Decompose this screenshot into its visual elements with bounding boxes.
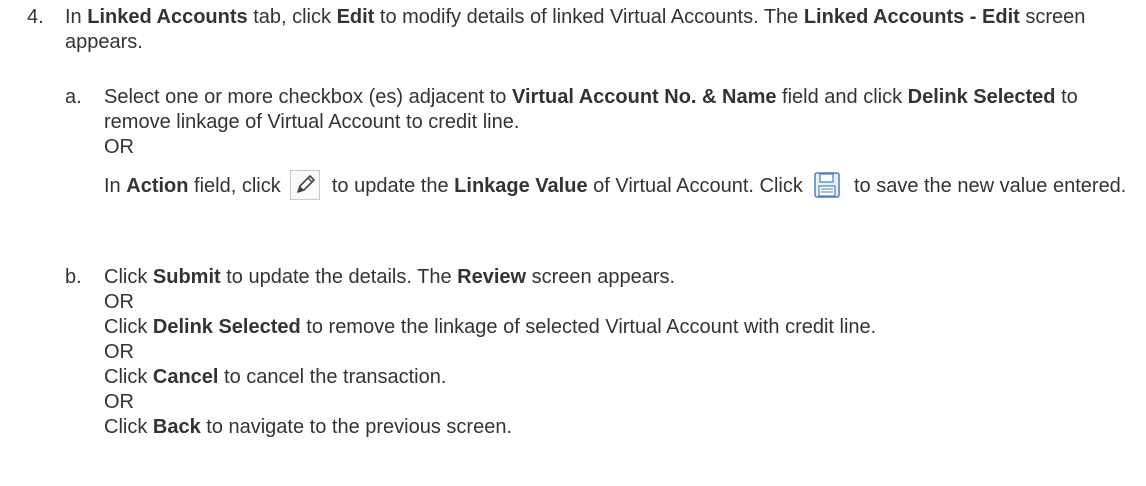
text: to cancel the transaction. [218,366,447,388]
back-term: Back [152,416,201,438]
line-cancel: Click Cancel to cancel the transaction. [104,365,1140,390]
text: In [65,6,88,28]
sub-step-letter: a. [65,86,82,108]
sub-step-a-action-text: In Action field, click to update the Lin… [104,170,1140,200]
step-4: 4. In Linked Accounts tab, click Edit to… [27,5,1137,55]
text: to save the new value entered. [848,175,1127,197]
text: field and click [776,86,908,108]
linked-accounts-term: Linked Accounts [87,6,248,28]
step-number: 4. [27,6,44,28]
or-label: OR [104,391,134,413]
pencil-icon [290,170,321,200]
or-label: OR [104,291,134,313]
delink-selected-term: Delink Selected [907,86,1056,108]
text: to update the [326,175,455,197]
text: Click [104,416,153,438]
line-back: Click Back to navigate to the previous s… [104,415,1140,440]
text: tab, click [247,6,337,28]
floppy-disk-icon [812,170,842,200]
or-label: OR [104,341,134,363]
review-term: Review [457,266,527,288]
line-submit: Click Submit to update the details. The … [104,265,1140,290]
sub-step-letter: b. [65,266,82,288]
linked-accounts-edit-term: Linked Accounts - Edit [803,6,1020,28]
text: to navigate to the previous screen. [200,416,513,438]
sub-step-a-text: Select one or more checkbox (es) adjacen… [104,85,1140,160]
submit-term: Submit [152,266,221,288]
sub-step-a: a. Select one or more checkbox (es) adja… [65,85,1140,200]
text: Click [104,366,153,388]
text: to modify details of linked Virtual Acco… [374,6,804,28]
text: of Virtual Account. Click [587,175,809,197]
action-term: Action [126,175,189,197]
step-4-text: In Linked Accounts tab, click Edit to mo… [65,5,1137,55]
virtual-account-term: Virtual Account No. & Name [512,86,777,108]
text: to remove the linkage of selected Virtua… [300,316,877,338]
text: to update the details. The [220,266,458,288]
cancel-term: Cancel [152,366,219,388]
delink-selected-term: Delink Selected [152,316,301,338]
text: Click [104,316,153,338]
help-page: 4. In Linked Accounts tab, click Edit to… [0,0,1146,486]
linkage-value-term: Linkage Value [454,175,588,197]
text: Select one or more checkbox (es) adjacen… [104,86,512,108]
text: In [104,175,127,197]
text: Click [104,266,153,288]
edit-term: Edit [336,6,375,28]
text: screen appears. [526,266,676,288]
text: field, click [188,175,287,197]
line-delink: Click Delink Selected to remove the link… [104,315,1140,340]
or-label: OR [104,136,134,158]
sub-step-b-text: Click Submit to update the details. The … [104,265,1140,440]
sub-step-b: b. Click Submit to update the details. T… [65,265,1140,440]
